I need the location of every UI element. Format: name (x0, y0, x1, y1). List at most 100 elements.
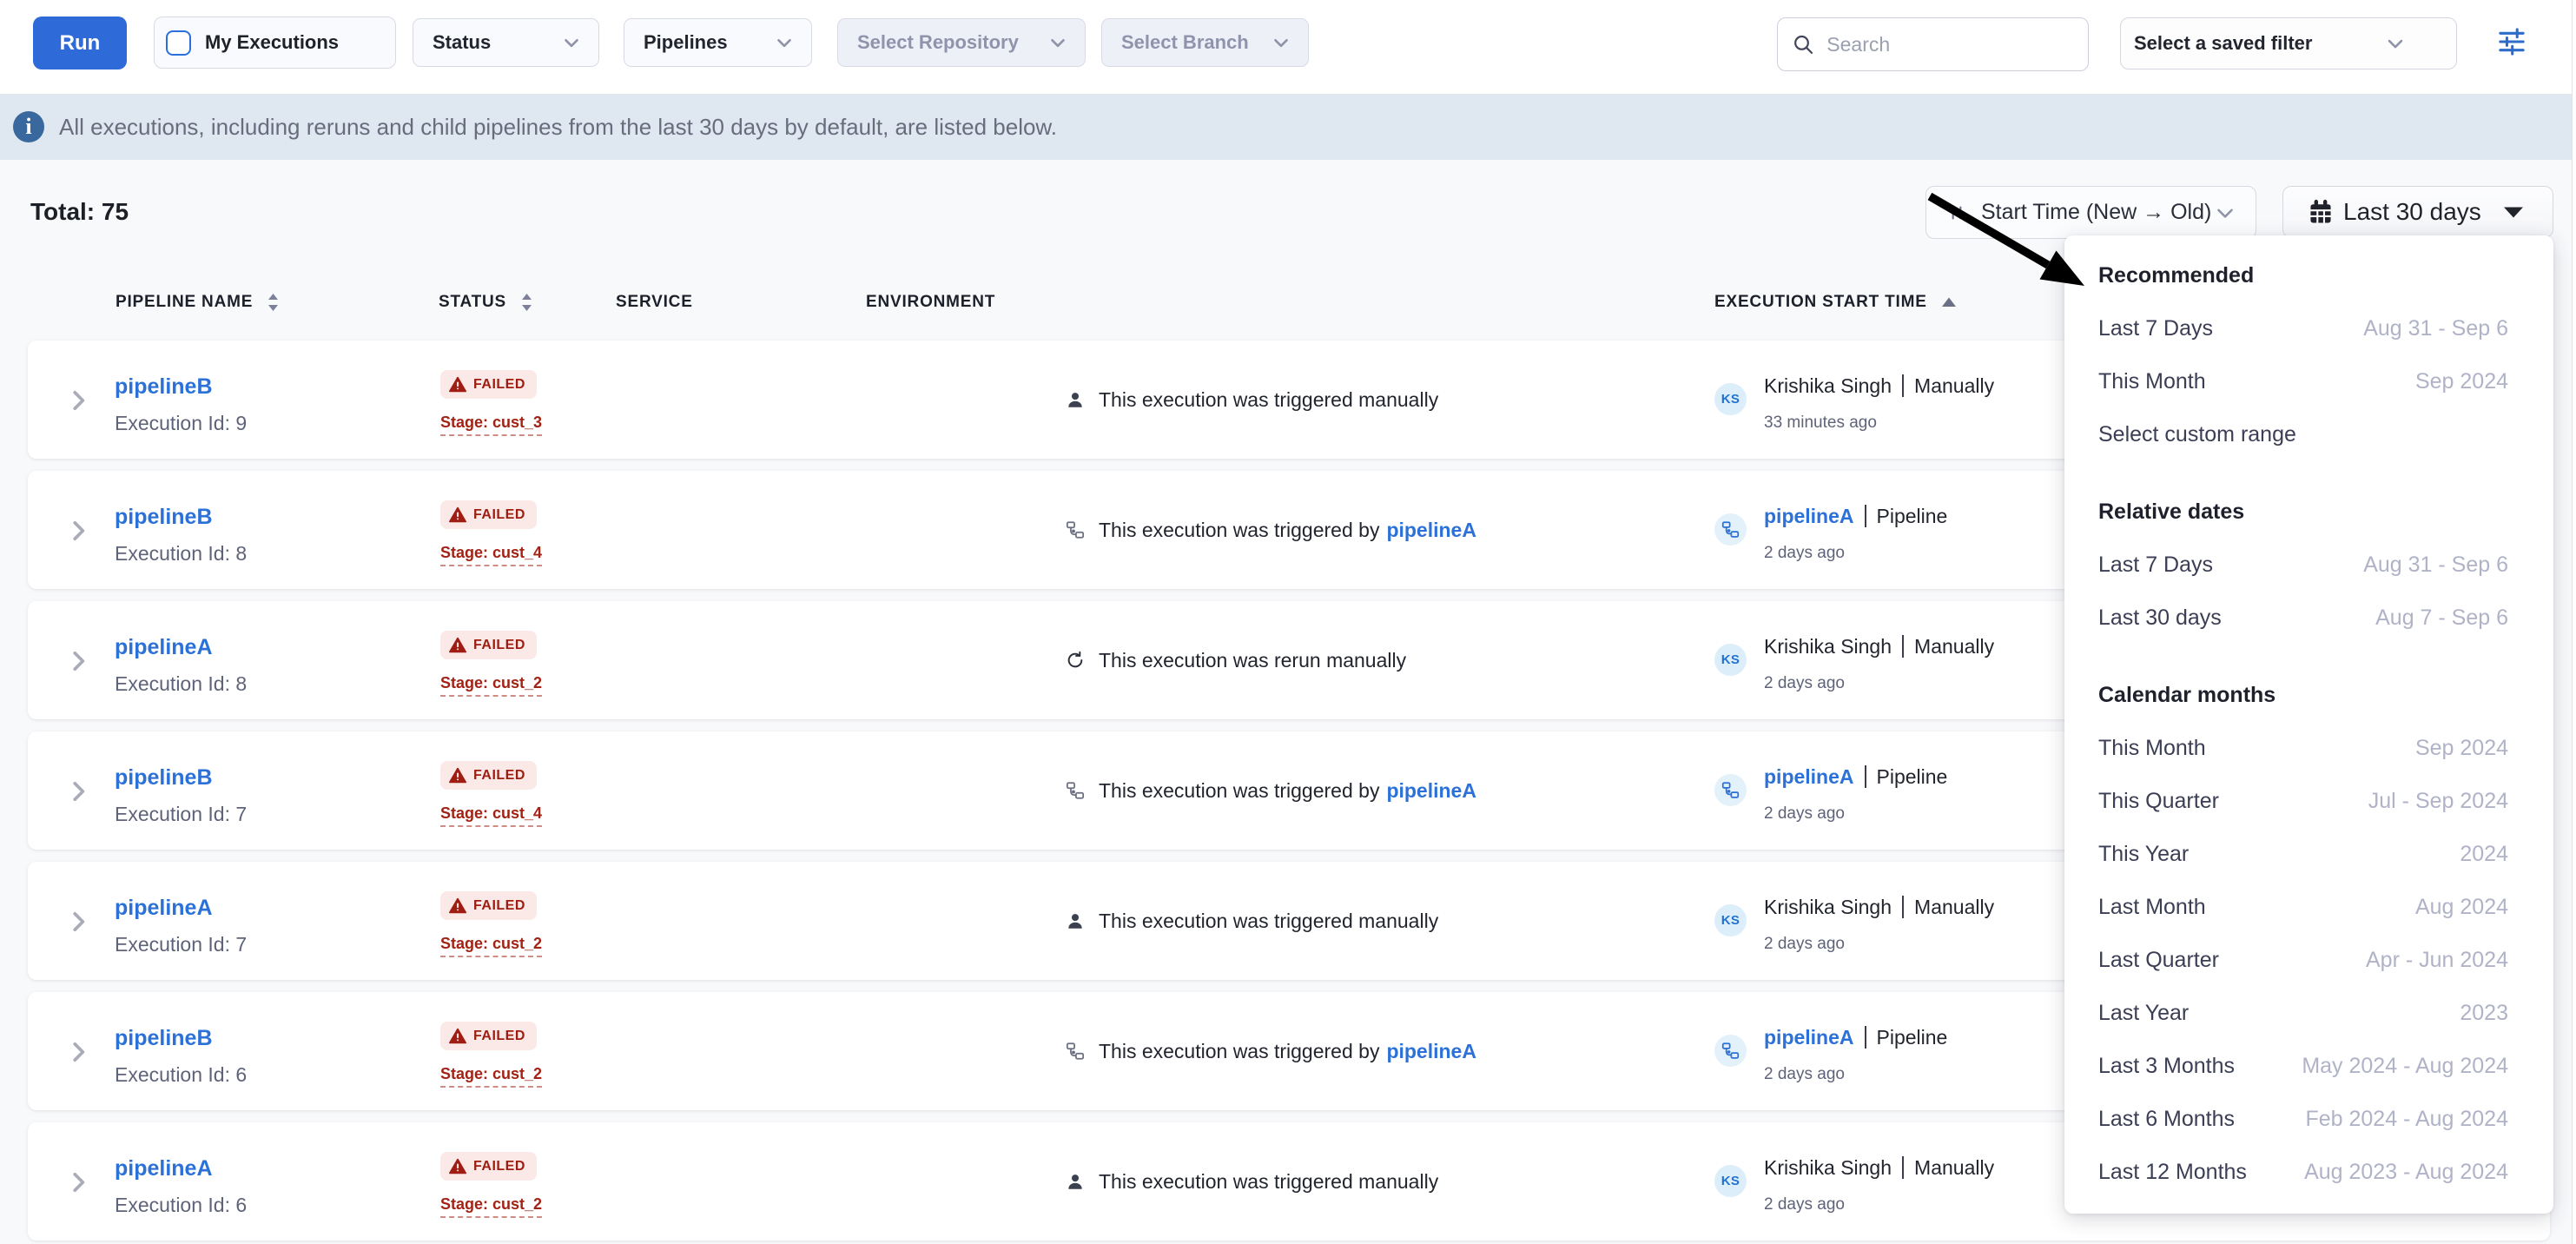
date-menu-item-value: Sep 2024 (2415, 369, 2508, 394)
execution-start-cell: pipelineA Pipeline 2 days ago (1714, 502, 1947, 566)
my-executions-label: My Executions (205, 31, 339, 54)
date-menu-item[interactable]: Last 12 Months Aug 2023 - Aug 2024 (2064, 1146, 2553, 1199)
total-count: Total: 75 (30, 198, 129, 226)
expand-row-chevron[interactable] (63, 776, 94, 807)
warning-triangle-icon (449, 637, 466, 653)
date-menu-item[interactable]: Last 7 Days Aug 31 - Sep 6 (2064, 302, 2553, 355)
triggered-by-pipeline-link[interactable]: pipelineA (1764, 502, 1854, 530)
pipeline-name-link[interactable]: pipelineA (115, 1154, 213, 1183)
person-icon (1066, 390, 1085, 409)
user-avatar[interactable]: KS (1714, 904, 1747, 936)
user-avatar[interactable]: KS (1714, 1165, 1747, 1197)
trigger-text: This execution was triggered by (1099, 1040, 1379, 1063)
expand-row-chevron[interactable] (63, 515, 94, 546)
status-badge: FAILED (440, 1022, 537, 1050)
execution-id: Execution Id: 6 (115, 1062, 247, 1088)
date-menu-item-label: This Quarter (2098, 789, 2219, 814)
my-executions-toggle[interactable]: My Executions (154, 17, 396, 69)
date-menu-item[interactable]: Last Month Aug 2024 (2064, 881, 2553, 934)
search-input[interactable] (1826, 33, 2074, 56)
date-menu-item[interactable]: Last 3 Months May 2024 - Aug 2024 (2064, 1040, 2553, 1093)
status-cell: FAILED Stage: cust_4 (440, 761, 542, 827)
pipeline-name-link[interactable]: pipelineB (115, 372, 213, 401)
my-executions-checkbox[interactable] (166, 30, 191, 56)
select-repository-dropdown[interactable]: Select Repository (837, 18, 1086, 67)
failed-stage-link[interactable]: Stage: cust_4 (440, 804, 542, 827)
pipeline-name-link[interactable]: pipelineB (115, 502, 213, 532)
date-menu-item[interactable]: Last 7 Days Aug 31 - Sep 6 (2064, 539, 2553, 592)
select-branch-dropdown[interactable]: Select Branch (1101, 18, 1309, 67)
pipeline-avatar[interactable] (1714, 1035, 1747, 1067)
trigger-pipeline-link[interactable]: pipelineA (1386, 779, 1476, 803)
column-header-status[interactable]: STATUS (439, 287, 535, 318)
pipeline-avatar[interactable] (1714, 513, 1747, 546)
execution-id: Execution Id: 7 (115, 801, 247, 827)
date-menu-item[interactable]: Last 6 Months Feb 2024 - Aug 2024 (2064, 1093, 2553, 1146)
failed-stage-link[interactable]: Stage: cust_4 (440, 544, 542, 566)
date-menu-item-value: Aug 31 - Sep 6 (2363, 316, 2508, 341)
column-header-environment[interactable]: ENVIRONMENT (866, 287, 995, 318)
date-menu-item[interactable]: Last Quarter Apr - Jun 2024 (2064, 934, 2553, 987)
date-menu-item[interactable]: Last Year 2023 (2064, 987, 2553, 1040)
separator (1865, 765, 1866, 788)
person-icon (1066, 911, 1085, 930)
separator (1865, 1026, 1866, 1049)
date-menu-item[interactable]: This Quarter Jul - Sep 2024 (2064, 775, 2553, 828)
failed-stage-link[interactable]: Stage: cust_2 (440, 1065, 542, 1088)
column-header-pipeline-name[interactable]: PIPELINE NAME (116, 287, 281, 318)
chevron-right-icon (67, 910, 89, 934)
filter-settings-button[interactable] (2495, 24, 2528, 59)
trigger-text: This execution was triggered manually (1099, 910, 1438, 933)
date-menu-item-label: Last 7 Days (2098, 553, 2213, 578)
triggered-by-pipeline-link[interactable]: pipelineA (1764, 1023, 1854, 1051)
trigger-pipeline-icon (1066, 1042, 1085, 1061)
expand-row-chevron[interactable] (63, 645, 94, 677)
failed-stage-link[interactable]: Stage: cust_2 (440, 935, 542, 957)
pipeline-name-link[interactable]: pipelineA (115, 893, 213, 923)
date-menu-item-label: Last 3 Months (2098, 1054, 2235, 1079)
run-button[interactable]: Run (33, 17, 127, 69)
expand-row-chevron[interactable] (63, 1167, 94, 1198)
caret-down-icon (2502, 205, 2525, 219)
pipelines-dropdown[interactable]: Pipelines (624, 18, 812, 67)
date-menu-item-label: Last Quarter (2098, 948, 2219, 973)
failed-stage-link[interactable]: Stage: cust_2 (440, 674, 542, 697)
date-menu-item-label: Last Year (2098, 1001, 2189, 1026)
trigger-pipeline-icon (1721, 520, 1740, 539)
date-menu-item-label: Last 30 days (2098, 605, 2222, 631)
pipeline-avatar[interactable] (1714, 774, 1747, 806)
user-avatar[interactable]: KS (1714, 383, 1747, 415)
date-menu-section: Calendar months This Month Sep 2024 This… (2064, 669, 2553, 1199)
failed-stage-link[interactable]: Stage: cust_3 (440, 414, 542, 436)
column-header-execution-start-time[interactable]: EXECUTION START TIME (1714, 287, 1957, 318)
pipeline-name-cell: pipelineA Execution Id: 8 (115, 632, 247, 697)
status-cell: FAILED Stage: cust_2 (440, 631, 542, 697)
expand-row-chevron[interactable] (63, 385, 94, 416)
trigger-text: This execution was triggered manually (1099, 388, 1438, 412)
warning-triangle-icon (449, 1158, 466, 1175)
trigger-pipeline-link[interactable]: pipelineA (1386, 519, 1476, 542)
saved-filter-dropdown[interactable]: Select a saved filter (2120, 17, 2457, 69)
date-menu-item[interactable]: This Year 2024 (2064, 828, 2553, 881)
date-menu-item[interactable]: This Month Sep 2024 (2064, 355, 2553, 408)
expand-row-chevron[interactable] (63, 1036, 94, 1068)
user-avatar[interactable]: KS (1714, 644, 1747, 676)
sort-dropdown[interactable]: Start Time (New → Old) (1925, 186, 2256, 239)
pipeline-name-link[interactable]: pipelineA (115, 632, 213, 662)
pipeline-name-link[interactable]: pipelineB (115, 763, 213, 792)
failed-stage-link[interactable]: Stage: cust_2 (440, 1195, 542, 1218)
trigger-pipeline-link[interactable]: pipelineA (1386, 1040, 1476, 1063)
chevron-down-icon (1047, 31, 1069, 54)
date-menu-item-label: Last 6 Months (2098, 1107, 2235, 1132)
date-range-dropdown[interactable]: Last 30 days (2282, 186, 2553, 238)
triggered-by-pipeline-link[interactable]: pipelineA (1764, 763, 1854, 791)
date-menu-item[interactable]: Select custom range (2064, 408, 2553, 461)
sort-updown-icon (519, 293, 535, 312)
date-range-menu: Recommended Last 7 Days Aug 31 - Sep 6 T… (2064, 235, 2553, 1214)
status-dropdown[interactable]: Status (413, 18, 599, 67)
date-menu-item[interactable]: Last 30 days Aug 7 - Sep 6 (2064, 592, 2553, 645)
date-menu-item[interactable]: This Month Sep 2024 (2064, 722, 2553, 775)
expand-row-chevron[interactable] (63, 906, 94, 937)
column-header-service[interactable]: SERVICE (616, 287, 693, 318)
pipeline-name-link[interactable]: pipelineB (115, 1023, 213, 1053)
